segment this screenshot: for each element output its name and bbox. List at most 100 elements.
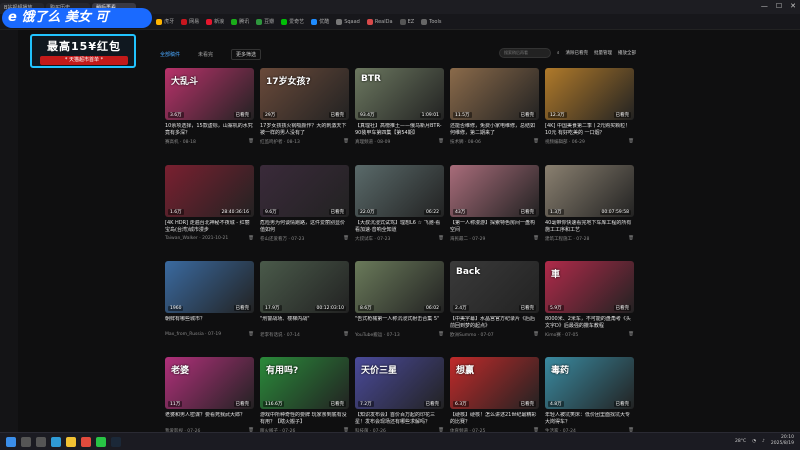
- search-icon[interactable]: [21, 436, 31, 447]
- video-author[interactable]: 老李有话说: [260, 333, 283, 338]
- video-thumbnail[interactable]: 22.0万 06:22: [355, 165, 444, 217]
- clear-watched-button[interactable]: 清除已看完: [566, 50, 589, 56]
- video-thumbnail[interactable]: 老婆 11万 已看完: [165, 357, 254, 409]
- video-thumbnail[interactable]: 天价三星 7.2万 已看完: [355, 357, 444, 409]
- bookmark-item[interactable]: EZ: [398, 18, 417, 26]
- video-title[interactable]: 年轻人被坑笑床：低价团里面找坑大专大岗得车？: [545, 412, 634, 426]
- explorer-icon[interactable]: [66, 436, 76, 447]
- video-title[interactable]: 危险男为何谈情跑路，这件爱丽别显价值如何: [260, 220, 349, 234]
- delete-icon[interactable]: 🗑: [533, 332, 539, 338]
- video-thumbnail[interactable]: 8.6万 06:02: [355, 261, 444, 313]
- wechat-icon[interactable]: [96, 436, 106, 447]
- video-author[interactable]: 视频编辑部: [545, 140, 568, 145]
- video-thumbnail[interactable]: 17岁女孩? 29万 已看完: [260, 68, 349, 120]
- video-thumbnail[interactable]: 毒药 4.8万 已看完: [545, 357, 634, 409]
- steam-icon[interactable]: [111, 436, 121, 447]
- video-title[interactable]: 【大叔沉浸式试驾】理想L6 ☆ 飞驰·看看加速·音响全知道: [355, 220, 444, 234]
- delete-icon[interactable]: 🗑: [438, 236, 444, 242]
- video-card[interactable]: 1.6万 28:40:36:16 [4K HDR] 走遍台北神秘不夜城 - 红丽宝岛…: [165, 165, 254, 242]
- ad-box[interactable]: 最高15¥红包 * 天猫超市首单 *: [30, 34, 136, 68]
- video-card[interactable]: 8.6万 06:02 "告式枪械第一人称沉浸式射击合集 5" YouTube搬运 · …: [355, 261, 444, 338]
- video-card[interactable]: 22.0万 06:22 【大叔沉浸式试驾】理想L6 ☆ 飞驰·看看加速·音响全知道大…: [355, 165, 444, 242]
- video-thumbnail[interactable]: 有用吗? 116.6万 已看完: [260, 357, 349, 409]
- video-author[interactable]: Max_from_Russia: [165, 332, 204, 337]
- video-card[interactable]: 1.3万 00:07:59:58 40毫带你快速看完地下车库工程的所有施工工序和工艺…: [545, 165, 634, 242]
- windows-icon[interactable]: [6, 436, 16, 447]
- delete-icon[interactable]: 🗑: [438, 332, 444, 338]
- bookmark-item[interactable]: 爱奇艺: [279, 17, 306, 26]
- video-author[interactable]: 大叔试车: [355, 237, 373, 242]
- video-title[interactable]: 【中美字幕】水晶宫官方纪录片《后后前回到梦的起点》: [450, 316, 539, 330]
- tab-all[interactable]: 全部稿件: [160, 51, 180, 58]
- video-thumbnail[interactable]: 1.6万 28:40:36:16: [165, 165, 254, 217]
- bookmark-item[interactable]: 豆瓣: [254, 17, 276, 26]
- bookmark-item[interactable]: 优酷: [309, 17, 331, 26]
- video-thumbnail[interactable]: 大乱斗 3.6万 已看完: [165, 68, 254, 120]
- bookmark-item[interactable]: 网易: [179, 17, 201, 26]
- video-card[interactable]: 車 5.9万 已看完 8000米、2米车，不可能的盘角考《头文字D》后最强的撒车教程 K…: [545, 261, 634, 338]
- video-author[interactable]: 技术狮: [450, 140, 464, 145]
- video-thumbnail[interactable]: 43万 已看完: [450, 165, 539, 217]
- video-card[interactable]: 天价三星 7.2万 已看完【知识发布会】首价百万起的印花三星！发布会现场还有哪些求解…: [355, 357, 444, 434]
- delete-icon[interactable]: 🗑: [438, 139, 444, 145]
- video-author[interactable]: 海民最二: [450, 237, 468, 242]
- tab-unwatched[interactable]: 未看完: [198, 51, 213, 58]
- video-title[interactable]: "告式枪械第一人称沉浸式射击合集 5": [355, 316, 444, 330]
- video-card[interactable]: 有用吗? 116.6万 已看完游戏中所种奇怪的要牌 玩家亲到底有没有用？【瞎火搬子】…: [260, 357, 349, 434]
- delete-icon[interactable]: 🗑: [343, 332, 349, 338]
- bookmark-item[interactable]: 腾讯: [229, 17, 251, 26]
- video-card[interactable]: 17.9万 00:12:03:10 "刑警战场、楼梯内战" 老李有话说 · 07-14…: [260, 261, 349, 338]
- delete-icon[interactable]: 🗑: [628, 236, 634, 242]
- bookmark-item[interactable]: 新浪: [204, 17, 226, 26]
- volume-icon[interactable]: ♪: [762, 439, 765, 444]
- video-card[interactable]: 老婆11万已看完老婆和男人密谋？要看死我武大郎？我爱影视 · 07-26🗑: [165, 357, 254, 434]
- delete-icon[interactable]: 🗑: [248, 236, 254, 241]
- video-thumbnail[interactable]: 1.3万 00:07:59:58: [545, 165, 634, 217]
- video-title[interactable]: 游戏中所种奇怪的要牌 玩家亲到底有没有用？【瞎火搬子】: [260, 412, 349, 426]
- chrome-icon[interactable]: [81, 436, 91, 447]
- video-title[interactable]: 【第一人称漫游】探索特色房间一盘构空间: [450, 220, 539, 234]
- video-card[interactable]: 毒药4.8万已看完年轻人被坑笑床：低价团里面找坑大专大岗得车？生活家 · 07-…: [545, 357, 634, 434]
- video-author[interactable]: Taiwan_Walker: [165, 236, 198, 241]
- taskview-icon[interactable]: [36, 436, 46, 447]
- video-title[interactable]: 17岁女孩孩火锅吸颜作？大的刺激天下被一样的男人没有了: [260, 123, 349, 137]
- edge-icon[interactable]: [51, 436, 61, 447]
- delete-icon[interactable]: 🗑: [628, 139, 634, 145]
- video-thumbnail[interactable]: 想赢 6.3万 已看完: [450, 357, 539, 409]
- delete-icon[interactable]: 🗑: [343, 236, 349, 242]
- video-card[interactable]: 12.3万 已看完 [4K] 中国美食第二季丨2元购买颗粒！10元 有好吃美的 一口…: [545, 68, 634, 145]
- video-card[interactable]: 1960 已看完 朝鲜有哪些城市？ Max_from_Russia · 07-19 🗑: [165, 261, 254, 338]
- video-thumbnail[interactable]: 車 5.9万 已看完: [545, 261, 634, 313]
- video-title[interactable]: [4K HDR] 走遍台北神秘不夜城 - 红丽宝岛(台湾)城市漫步: [165, 220, 254, 234]
- delete-icon[interactable]: 🗑: [248, 332, 254, 337]
- bookmark-item[interactable]: Sqaad: [334, 18, 362, 26]
- filter-select[interactable]: 更多筛选: [231, 48, 262, 60]
- minimize-button[interactable]: —: [761, 2, 768, 10]
- video-title[interactable]: 还能否维修，免费小家电维修，总结如何维修，第二期来了: [450, 123, 539, 137]
- video-card[interactable]: 17岁女孩? 29万 已看完 17岁女孩孩火锅吸颜作？大的刺激天下被一样的男人没有了红…: [260, 68, 349, 145]
- maximize-button[interactable]: ☐: [776, 2, 782, 10]
- delete-icon[interactable]: 🗑: [343, 139, 349, 145]
- bookmark-item[interactable]: Tools: [419, 18, 443, 26]
- video-thumbnail[interactable]: Back 2.4万 已看完: [450, 261, 539, 313]
- video-thumbnail[interactable]: BTR 93.4万 1:09:01: [355, 68, 444, 120]
- video-author[interactable]: 真理频道: [355, 140, 373, 145]
- delete-icon[interactable]: 🗑: [533, 236, 539, 242]
- video-title[interactable]: 【知识发布会】首价百万起的印花三星！发布会现场还有哪些求解吗？: [355, 412, 444, 426]
- delete-icon[interactable]: 🗑: [248, 139, 254, 145]
- delete-icon[interactable]: 🗑: [628, 332, 634, 338]
- video-title[interactable]: 【真理社】高榜推土——俄乌新月BTR-90装甲车第四集【第54期】: [355, 123, 444, 137]
- close-button[interactable]: ✕: [790, 2, 796, 10]
- video-card[interactable]: 43万 已看完 【第一人称漫游】探索特色房间一盘构空间 海民最二 · 07-29 🗑: [450, 165, 539, 242]
- search-icon[interactable]: ⌕: [557, 50, 560, 56]
- search-input[interactable]: 搜索稍后再看: [498, 48, 551, 58]
- video-thumbnail[interactable]: 17.9万 00:12:03:10: [260, 261, 349, 313]
- video-card[interactable]: 9.6万 已看完 危险男为何谈情跑路，这件爱丽别显价值如何 卷山还爱看万 · 07-2…: [260, 165, 349, 242]
- video-author[interactable]: 欧洲Summo: [450, 333, 476, 338]
- video-author[interactable]: 卷山还爱看万: [260, 237, 287, 242]
- video-title[interactable]: [4K] 中国美食第二季丨2元购买颗粒！10元 有好吃美的 一口烟？: [545, 123, 634, 137]
- video-thumbnail[interactable]: 11.5万 已看完: [450, 68, 539, 120]
- video-thumbnail[interactable]: 9.6万 已看完: [260, 165, 349, 217]
- video-title[interactable]: 40毫带你快速看完地下车库工程的所有施工工序和工艺: [545, 220, 634, 234]
- play-all-button[interactable]: 播放全部: [618, 50, 636, 56]
